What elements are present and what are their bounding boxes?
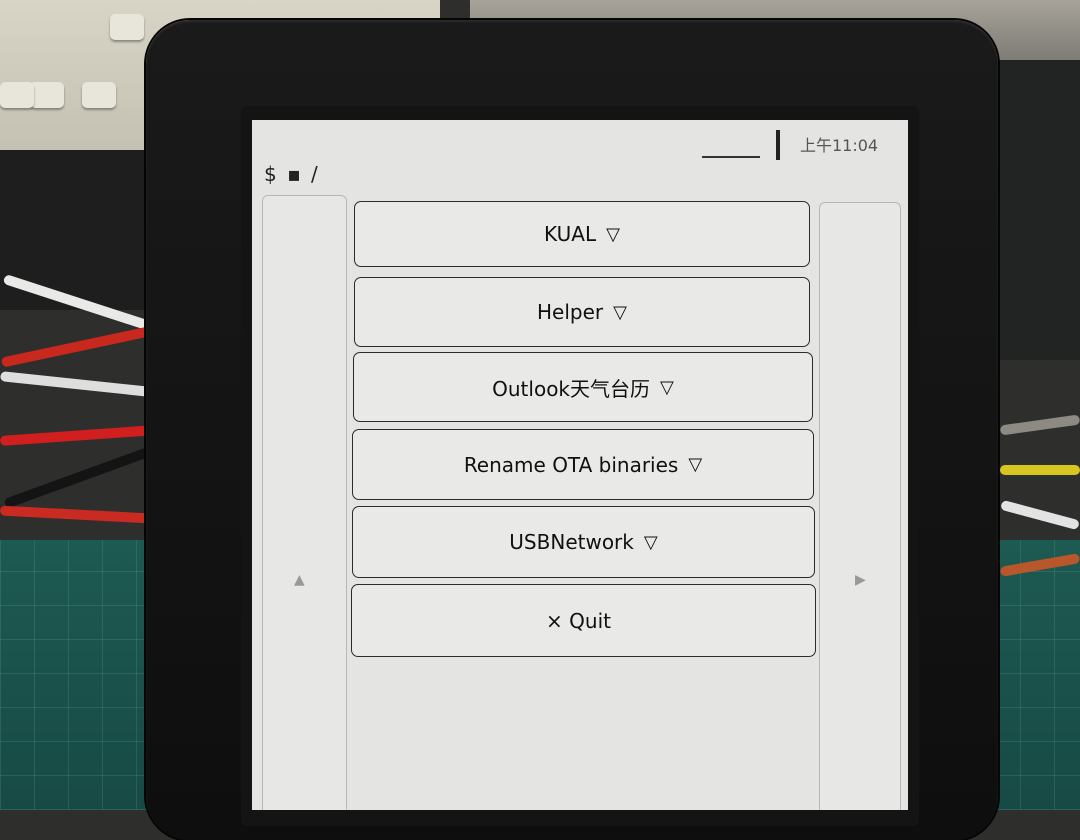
menu-item-helper[interactable]: Helper ▽ xyxy=(354,277,810,347)
cable xyxy=(0,505,171,525)
expand-triangle-icon: ▽ xyxy=(688,454,703,475)
cable xyxy=(3,441,167,509)
cable xyxy=(1000,465,1080,475)
menu-item-label: KUAL xyxy=(544,222,597,246)
menu-item-label: Helper xyxy=(537,300,604,324)
status-clock: 上午11:04 xyxy=(800,136,879,155)
cable xyxy=(0,371,171,399)
previous-page-button[interactable] xyxy=(262,195,347,810)
status-indicator-line xyxy=(702,156,760,158)
background-right-equipment xyxy=(1000,60,1080,360)
expand-triangle-icon: ▽ xyxy=(643,531,658,553)
cable xyxy=(999,414,1080,436)
ereader-screen: 上午11:04 $ ▪ / ▲ ▶ KUAL ▽ Helper ▽ Outloo… xyxy=(252,120,908,810)
menu-item-kual[interactable]: KUAL ▽ xyxy=(354,201,810,267)
cable xyxy=(0,322,170,368)
cable xyxy=(1000,499,1080,531)
menu-item-label: × Quit xyxy=(546,608,611,633)
expand-triangle-icon: ▽ xyxy=(613,301,627,323)
next-page-button[interactable] xyxy=(819,202,901,810)
quit-button[interactable]: × Quit xyxy=(351,584,816,657)
menu-item-label: Outlook天气台历 xyxy=(492,376,651,401)
current-path: $ ▪ / xyxy=(264,162,320,186)
status-divider xyxy=(776,130,780,160)
menu-item-rename-ota-binaries[interactable]: Rename OTA binaries ▽ xyxy=(352,429,814,500)
menu-item-label: USBNetwork xyxy=(509,530,634,554)
menu-item-usbnetwork[interactable]: USBNetwork ▽ xyxy=(352,506,815,578)
expand-triangle-icon: ▽ xyxy=(606,223,620,245)
cable xyxy=(0,424,171,446)
menu-item-label: Rename OTA binaries xyxy=(463,452,679,477)
up-arrow-icon: ▲ xyxy=(294,572,305,588)
expand-triangle-icon: ▽ xyxy=(660,376,674,398)
next-arrow-icon: ▶ xyxy=(855,572,866,588)
menu-item-outlook-calendar[interactable]: Outlook天气台历 ▽ xyxy=(353,352,813,422)
